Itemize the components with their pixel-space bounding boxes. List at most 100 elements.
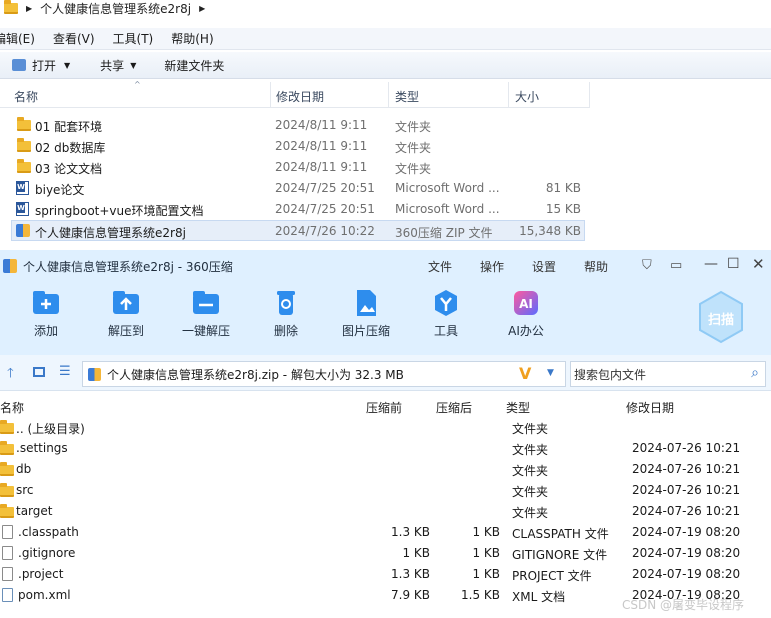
list-item[interactable]: 02 db数据库 2024/8/11 9:11 文件夹	[11, 136, 585, 157]
maximize-icon[interactable]: ☐	[727, 256, 740, 272]
file-date: 2024/7/25 20:51	[275, 181, 375, 195]
table-row[interactable]: .project 1.3 KB 1 KB PROJECT 文件 2024-07-…	[0, 564, 771, 585]
minimize-icon[interactable]: —	[704, 256, 718, 272]
entry-date: 2024-07-19 08:20	[632, 546, 741, 560]
col-name[interactable]: 名称	[0, 399, 24, 416]
list-view-icon[interactable]: ☰	[59, 364, 71, 379]
zip-menu-settings[interactable]: 设置	[532, 258, 556, 275]
folder-icon	[17, 138, 31, 152]
col-type[interactable]: 类型	[395, 88, 419, 105]
recycle-bin-icon	[277, 291, 295, 315]
file-icon	[2, 546, 13, 560]
file-date: 2024/7/26 10:22	[275, 224, 375, 238]
image-compress-button[interactable]: 图片压缩	[326, 288, 406, 339]
entry-size-after: 1 KB	[472, 525, 500, 539]
list-item-selected[interactable]: 个人健康信息管理系统e2r8j 2024/7/26 10:22 360压缩 ZI…	[11, 220, 585, 241]
add-label: 添加	[33, 324, 58, 338]
svg-text:AI: AI	[519, 297, 533, 311]
ai-office-button[interactable]: AI AI办公	[486, 288, 566, 339]
entry-name: .classpath	[18, 525, 79, 539]
entry-name: target	[16, 504, 53, 518]
entry-name: .project	[18, 567, 64, 581]
skin-icon[interactable]: ⛉	[642, 258, 652, 273]
col-name[interactable]: 名称	[14, 88, 38, 105]
col-size[interactable]: 大小	[515, 88, 539, 105]
zip-menu-help[interactable]: 帮助	[584, 258, 608, 275]
command-bar: 打开 ▼ 共享 ▼ 新建文件夹	[0, 52, 771, 79]
menu-view[interactable]: 查看(V)	[53, 30, 95, 47]
col-date[interactable]: 修改日期	[626, 399, 674, 416]
image-compress-icon	[357, 290, 376, 316]
feedback-icon[interactable]: ▭	[670, 258, 682, 273]
word-doc-icon	[16, 181, 29, 195]
new-folder-button[interactable]: 新建文件夹	[164, 57, 224, 74]
tools-label: 工具	[433, 324, 458, 338]
path-field[interactable]: 个人健康信息管理系统e2r8j.zip - 解包大小为 32.3 MB V ▼	[82, 361, 566, 387]
list-item[interactable]: 03 论文文档 2024/8/11 9:11 文件夹	[11, 157, 585, 178]
col-date[interactable]: 修改日期	[276, 88, 324, 105]
list-item[interactable]: 01 配套环境 2024/8/11 9:11 文件夹	[11, 115, 585, 136]
file-type: 360压缩 ZIP 文件	[395, 226, 493, 240]
view-icon[interactable]	[33, 367, 45, 377]
table-row[interactable]: .gitignore 1 KB 1 KB GITIGNORE 文件 2024-0…	[0, 543, 771, 564]
share-button[interactable]: 共享 ▼	[100, 57, 136, 74]
file-name: 个人健康信息管理系统e2r8j	[35, 226, 186, 240]
table-row[interactable]: db 文件夹 2024-07-26 10:21	[0, 459, 771, 480]
chevron-right-icon[interactable]: ▶	[26, 4, 32, 13]
entry-name: .gitignore	[18, 546, 76, 560]
search-icon[interactable]: ⌕	[751, 365, 759, 381]
folder-icon	[0, 504, 14, 518]
add-button[interactable]: 添加	[6, 288, 86, 339]
list-item[interactable]: biye论文 2024/7/25 20:51 Microsoft Word ..…	[11, 178, 585, 199]
table-row[interactable]: src 文件夹 2024-07-26 10:21	[0, 480, 771, 501]
zip-menu-file[interactable]: 文件	[428, 258, 452, 275]
zip-menu-operate[interactable]: 操作	[480, 258, 504, 275]
col-type[interactable]: 类型	[506, 399, 530, 416]
watermark: CSDN @屠变毕设程序	[622, 598, 745, 612]
table-row[interactable]: .. (上级目录) 文件夹	[0, 417, 771, 438]
menu-help[interactable]: 帮助(H)	[171, 30, 213, 47]
zip-window-title: 个人健康信息管理系统e2r8j - 360压缩	[23, 259, 233, 274]
tools-button[interactable]: 工具	[406, 288, 486, 339]
open-button[interactable]: 打开 ▼	[12, 57, 70, 74]
extract-to-icon	[113, 291, 139, 314]
table-row[interactable]: .classpath 1.3 KB 1 KB CLASSPATH 文件 2024…	[0, 522, 771, 543]
delete-button[interactable]: 删除	[246, 288, 326, 339]
archive-path: 个人健康信息管理系统e2r8j.zip - 解包大小为 32.3 MB	[107, 367, 404, 382]
close-icon[interactable]: ✕	[752, 255, 765, 273]
new-folder-label: 新建文件夹	[164, 58, 225, 73]
col-compressed-before[interactable]: 压缩前	[366, 399, 402, 416]
entry-type: 文件夹	[512, 506, 549, 520]
entry-name: .. (上级目录)	[16, 422, 85, 436]
v-badge-icon[interactable]: V	[519, 364, 531, 383]
xml-file-icon	[2, 588, 13, 602]
scan-button[interactable]: 扫描	[696, 290, 746, 344]
search-field[interactable]: 搜索包内文件 ⌕	[570, 361, 766, 387]
address-bar[interactable]: ▶ 个人健康信息管理系统e2r8j ▶	[0, 0, 771, 16]
one-click-extract-button[interactable]: 一键解压	[166, 288, 246, 339]
folder-icon	[17, 117, 31, 131]
entry-size-after: 1 KB	[472, 546, 500, 560]
entry-type: XML 文档	[512, 590, 566, 604]
file-size: 15 KB	[545, 202, 581, 216]
table-row[interactable]: .settings 文件夹 2024-07-26 10:21	[0, 438, 771, 459]
up-arrow-icon[interactable]: 🡑	[7, 364, 14, 386]
entry-size-before: 1 KB	[402, 546, 430, 560]
entry-name: src	[16, 483, 34, 497]
ai-office-icon: AI	[514, 291, 538, 315]
file-name: 03 论文文档	[35, 162, 103, 176]
file-type: Microsoft Word ...	[395, 181, 500, 195]
extract-to-button[interactable]: 解压到	[86, 288, 166, 339]
chevron-right-icon[interactable]: ▶	[199, 4, 205, 13]
entry-size-before: 1.3 KB	[391, 567, 430, 581]
menu-tools[interactable]: 工具(T)	[113, 30, 154, 47]
file-icon	[2, 567, 13, 581]
breadcrumb[interactable]: 个人健康信息管理系统e2r8j	[40, 0, 191, 17]
open-icon	[12, 59, 26, 71]
col-compressed-after[interactable]: 压缩后	[436, 399, 472, 416]
word-doc-icon	[16, 202, 29, 216]
table-row[interactable]: target 文件夹 2024-07-26 10:21	[0, 501, 771, 522]
list-item[interactable]: springboot+vue环境配置文档 2024/7/25 20:51 Mic…	[11, 199, 585, 220]
menu-edit[interactable]: 编辑(E)	[0, 30, 35, 47]
dropdown-arrow-icon[interactable]: ▼	[547, 368, 554, 378]
